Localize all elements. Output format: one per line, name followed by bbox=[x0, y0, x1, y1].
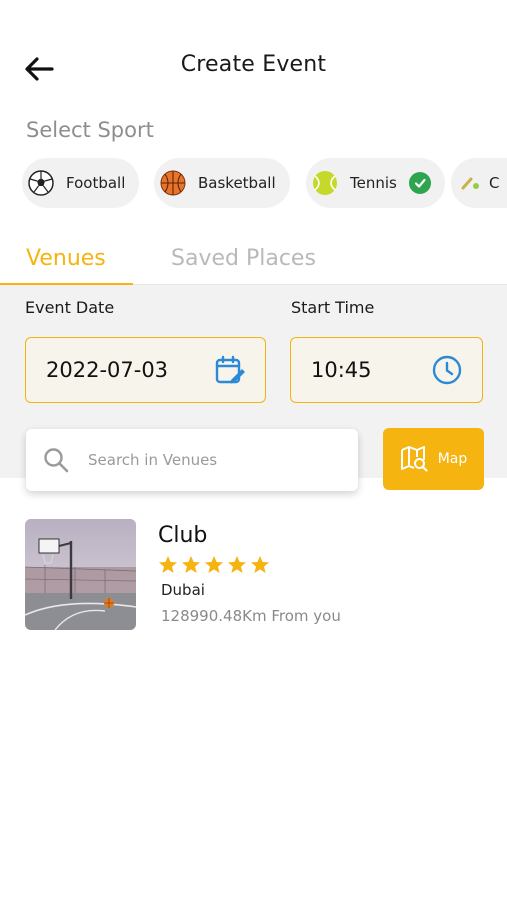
event-date-value: 2022-07-03 bbox=[46, 358, 169, 382]
sport-chip-football[interactable]: Football bbox=[22, 158, 140, 208]
venue-distance: 128990.48Km From you bbox=[161, 607, 341, 625]
map-button[interactable]: Map bbox=[383, 428, 484, 490]
star-icon bbox=[182, 556, 200, 573]
sport-chip-label: Football bbox=[66, 174, 126, 192]
clock-icon bbox=[430, 353, 464, 387]
sport-chip-basketball[interactable]: Basketball bbox=[154, 158, 290, 208]
event-date-field[interactable]: 2022-07-03 bbox=[25, 337, 266, 403]
venue-search-box bbox=[26, 429, 358, 491]
event-date-label: Event Date bbox=[25, 298, 115, 317]
start-time-value: 10:45 bbox=[311, 358, 372, 382]
sport-chip-cricket[interactable]: C bbox=[451, 158, 507, 208]
star-icon bbox=[251, 556, 269, 573]
page-title: Create Event bbox=[180, 52, 327, 77]
star-icon bbox=[228, 556, 246, 573]
map-button-label: Map bbox=[437, 451, 468, 467]
venue-tabs: Venues Saved Places bbox=[0, 238, 507, 286]
cricket-icon bbox=[461, 177, 479, 190]
start-time-field[interactable]: 10:45 bbox=[290, 337, 483, 403]
start-time-label: Start Time bbox=[291, 298, 375, 317]
tab-saved-places[interactable]: Saved Places bbox=[171, 246, 316, 271]
venue-name: Club bbox=[158, 523, 208, 548]
map-search-icon bbox=[400, 446, 428, 472]
check-icon bbox=[408, 172, 431, 194]
sport-chip-label: C bbox=[489, 174, 500, 192]
star-icon bbox=[205, 556, 223, 573]
star-icon bbox=[159, 556, 177, 573]
sport-chip-label: Tennis bbox=[350, 174, 397, 192]
venue-rating bbox=[158, 555, 270, 575]
calendar-edit-icon bbox=[213, 353, 247, 387]
venue-city: Dubai bbox=[161, 581, 205, 599]
basketball-icon bbox=[160, 170, 186, 196]
app-header: Create Event bbox=[0, 0, 507, 110]
football-icon bbox=[28, 170, 54, 196]
tennis-ball-icon bbox=[313, 171, 337, 195]
sport-chip-list: Football Basketball Tennis C bbox=[22, 158, 507, 210]
tab-venues[interactable]: Venues bbox=[26, 246, 106, 271]
sport-chip-tennis[interactable]: Tennis bbox=[306, 158, 445, 208]
sport-chip-label: Basketball bbox=[198, 174, 276, 192]
search-icon bbox=[44, 448, 69, 473]
venue-list-item[interactable]: Club Dubai 128990.48Km From you bbox=[25, 519, 485, 631]
venue-thumbnail bbox=[25, 519, 136, 630]
search-input[interactable] bbox=[88, 451, 328, 469]
select-sport-label: Select Sport bbox=[26, 118, 154, 142]
